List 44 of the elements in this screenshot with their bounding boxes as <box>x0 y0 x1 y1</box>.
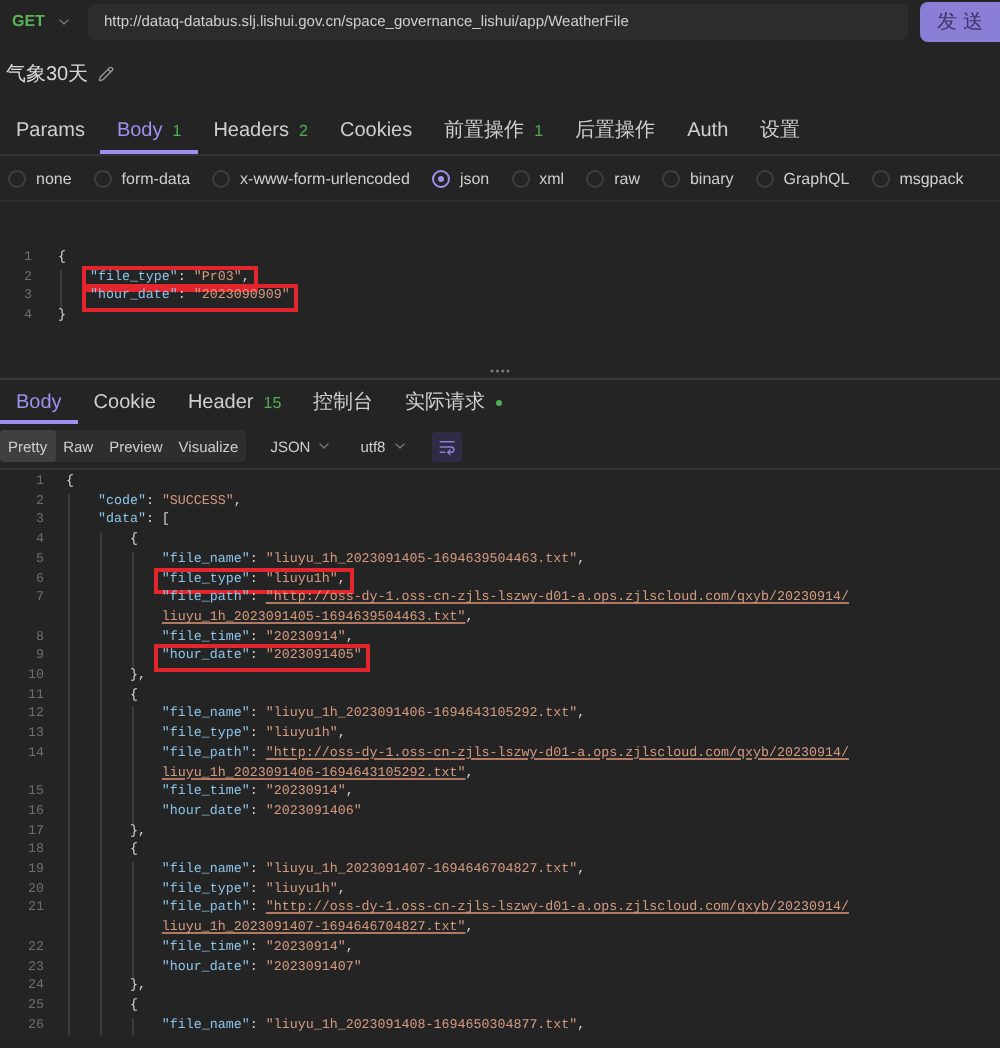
radio-label: msgpack <box>899 169 964 187</box>
request-tab[interactable]: Headers 2 <box>197 110 324 154</box>
tab-count: 15 <box>263 393 282 411</box>
request-tab[interactable]: Params <box>0 110 101 154</box>
chevron-down-icon <box>391 438 408 454</box>
status-dot <box>495 399 502 405</box>
response-tab[interactable]: Cookie <box>77 384 172 424</box>
radio-button[interactable] <box>661 169 680 187</box>
response-tab[interactable]: 控制台 <box>297 384 390 424</box>
radio-button[interactable] <box>871 169 890 187</box>
radio-label: xml <box>539 169 565 187</box>
wrap-button[interactable] <box>431 431 462 461</box>
radio-label: binary <box>689 169 734 187</box>
request-tab[interactable]: 后置操作 <box>559 110 672 154</box>
request-title: 气象30天 <box>6 62 89 88</box>
resize-grip-icon[interactable] <box>490 368 510 374</box>
response-tab[interactable]: 实际请求 <box>389 384 518 424</box>
radio-label: none <box>36 169 72 187</box>
request-tab[interactable]: 前置操作 1 <box>428 110 560 154</box>
request-tab[interactable]: Cookies <box>323 110 429 154</box>
wrap-text-icon <box>437 437 456 455</box>
radio-label: raw <box>614 169 640 187</box>
radio-button[interactable] <box>212 169 231 187</box>
request-tab[interactable]: 设置 <box>744 110 817 154</box>
radio-label: GraphQL <box>783 169 850 187</box>
method-dropdown[interactable]: GET <box>12 12 76 30</box>
tab-count: 2 <box>299 121 308 139</box>
request-tab[interactable]: Auth <box>671 110 745 154</box>
radio-button[interactable] <box>586 169 605 187</box>
radio-label: x-www-form-urlencoded <box>240 169 410 187</box>
radio-button[interactable] <box>755 169 774 187</box>
pencil-icon[interactable] <box>98 66 115 82</box>
request-tab[interactable]: Body 1 <box>100 110 198 154</box>
radio-label: form-data <box>121 169 191 187</box>
radio-button[interactable] <box>511 169 530 187</box>
radio-button[interactable] <box>8 169 26 187</box>
tab-count: 1 <box>172 121 182 139</box>
radio-button[interactable] <box>93 169 112 187</box>
radio-button[interactable] <box>431 169 450 187</box>
response-tab[interactable]: Body <box>0 384 78 424</box>
response-tab[interactable]: Header 15 <box>171 384 298 424</box>
radio-label: json <box>459 169 490 187</box>
tab-count: 1 <box>534 121 544 139</box>
chevron-down-icon <box>316 438 333 454</box>
